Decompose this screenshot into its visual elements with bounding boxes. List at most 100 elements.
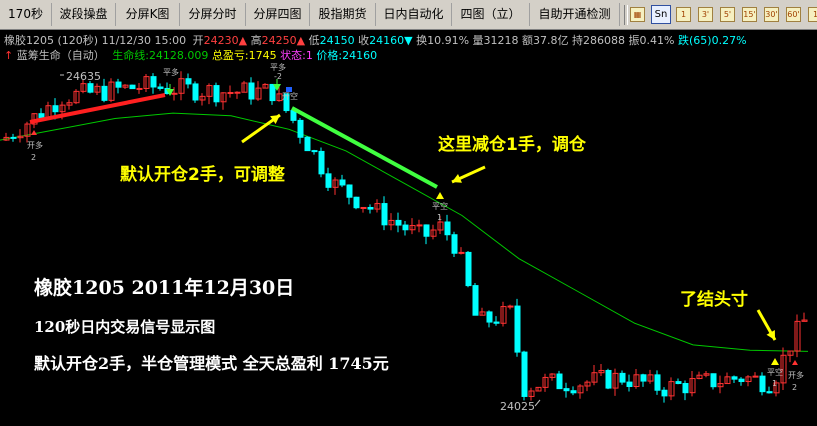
candle-body [185, 78, 192, 85]
annotation-default-open: 默认开仓2手，可调整 [120, 165, 285, 185]
candle-body [192, 83, 199, 101]
candle-body [458, 251, 465, 254]
toolbar-button-5[interactable]: 股指期货 [310, 3, 376, 26]
candle-body [416, 224, 423, 227]
candle-body [227, 92, 234, 95]
signal-label: 平多 [163, 67, 179, 77]
candle-body [507, 305, 514, 308]
annotation-close-position: 了结头寸 [680, 290, 748, 310]
low-price-marker: 24025 [500, 400, 535, 413]
grid-icon[interactable]: ▦ [630, 7, 645, 22]
red-trend-line [29, 93, 166, 124]
candle-body [654, 374, 661, 391]
signal-label: 开空 [282, 91, 298, 101]
toolbar-button-3[interactable]: 分屏分时 [180, 3, 246, 26]
candle-body [640, 374, 647, 382]
toolbar-button-2[interactable]: 分屏K图 [116, 3, 180, 26]
candle-body [311, 150, 318, 153]
candle-body [423, 224, 430, 237]
candle-body [381, 203, 388, 226]
candle-body [752, 375, 759, 378]
candle-body [339, 179, 346, 186]
candle-body [360, 206, 367, 209]
candle-body [675, 381, 682, 385]
candle-body [318, 150, 325, 175]
candle-body [731, 376, 738, 380]
candle-body [269, 83, 276, 102]
period-button-0[interactable]: 1 [676, 7, 691, 22]
toolbar-button-0[interactable]: 170秒 [0, 3, 52, 26]
period-button-3[interactable]: 15' [742, 7, 757, 22]
candle-body [234, 91, 241, 94]
period-button-4[interactable]: 30' [764, 7, 779, 22]
candle-body [626, 381, 633, 387]
signal-count: -2 [274, 72, 282, 81]
candle-body [570, 390, 577, 394]
candle-body [325, 173, 332, 188]
candle-body [346, 184, 353, 198]
toolbar-button-7[interactable]: 四图（立） [452, 3, 530, 26]
candle-body [766, 391, 773, 394]
candle-body [402, 224, 409, 231]
candle-body [444, 221, 451, 236]
candle-body [213, 85, 220, 103]
candle-body [136, 87, 143, 90]
signal-count: 2 [792, 383, 797, 392]
candle-body [521, 351, 528, 397]
chart-area[interactable]: 橡胶1205 (120秒) 11/12/30 15:00 开24230▲ 高24… [0, 30, 817, 426]
candle-body [367, 206, 374, 210]
signal-count: 2 [31, 153, 36, 162]
overlay-summary: 默认开仓2手，半仓管理模式 全天总盈利 1745元 [34, 354, 389, 373]
candle-body [682, 383, 689, 394]
candle-body [157, 86, 164, 89]
period-button-6[interactable]: 1 [808, 7, 817, 22]
candle-body [115, 81, 122, 88]
candle-body [248, 82, 255, 100]
candle-body [661, 389, 668, 397]
high-price-marker: 24635 [66, 70, 101, 83]
candle-body [353, 196, 360, 209]
candle-body [605, 369, 612, 389]
candle-body [38, 113, 45, 119]
candle-body [759, 375, 766, 393]
period-button-5[interactable]: 60' [786, 7, 801, 22]
candle-body [101, 85, 108, 101]
candle-body [10, 136, 17, 139]
candle-body [710, 373, 717, 388]
green-trend-line [291, 106, 438, 189]
toolbar-button-8[interactable]: 自助开通检测 [530, 3, 620, 26]
toolbar-button-6[interactable]: 日内自动化 [376, 3, 452, 26]
candle-body [52, 105, 59, 113]
period-button-2[interactable]: 5' [720, 7, 735, 22]
candle-body [514, 305, 521, 353]
signal-triangle-icon [436, 192, 444, 199]
toolbar-button-1[interactable]: 波段操盘 [52, 3, 116, 26]
signal-label: 平空 [767, 367, 783, 377]
signal-label: 开多 [27, 140, 43, 150]
candle-body [738, 378, 745, 383]
signal-label: 开多 [788, 370, 804, 380]
candle-body [304, 136, 311, 152]
candle-body [556, 373, 563, 390]
overlay-subtitle: 120秒日内交易信号显示图 [34, 318, 216, 336]
candle-body [451, 234, 458, 254]
candle-body [171, 92, 178, 95]
candle-body [87, 83, 94, 93]
signal-arrow-icon [792, 360, 798, 365]
period-button-1[interactable]: 3' [698, 7, 713, 22]
annotation-reduce-position: 这里减仓1手，调仓 [438, 135, 586, 155]
overlay-title: 橡胶1205 2011年12月30日 [34, 277, 295, 299]
toolbar-separator [624, 5, 628, 25]
candle-body [129, 84, 136, 90]
candle-body [465, 251, 472, 287]
signal-arrow-icon [31, 130, 37, 135]
toolbar: 170秒 波段操盘 分屏K图 分屏分时 分屏四图 股指期货 日内自动化 四图（立） 自助开通检测… [0, 0, 817, 30]
signal-count: 1 [437, 213, 442, 222]
candle-body [563, 388, 570, 392]
candle-body [486, 311, 493, 323]
sn-toggle-button[interactable]: Sn [651, 5, 671, 24]
candle-body [619, 372, 626, 383]
toolbar-button-4[interactable]: 分屏四图 [246, 3, 310, 26]
signal-label: 平多 [270, 62, 286, 72]
signal-triangle-icon [771, 358, 779, 365]
